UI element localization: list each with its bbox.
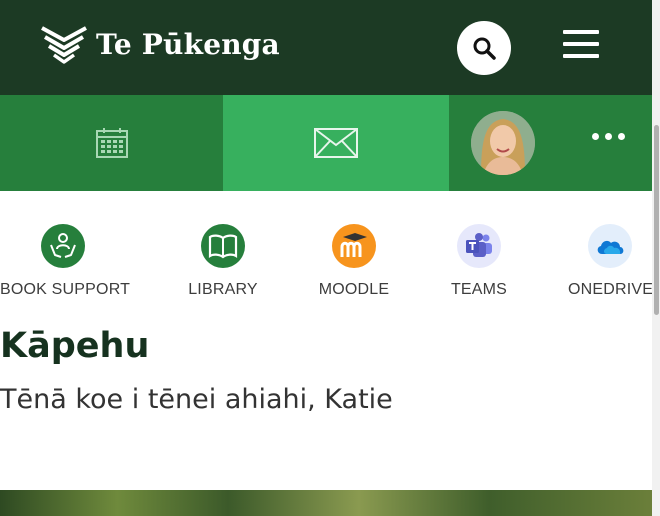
- search-icon: [473, 37, 496, 60]
- quick-link-label: ONEDRIVE: [568, 281, 652, 298]
- quick-link-label: LIBRARY: [188, 281, 258, 298]
- onedrive-icon: [588, 224, 632, 268]
- top-header: Te Pūkenga: [0, 0, 652, 95]
- search-button[interactable]: [457, 21, 511, 75]
- dot: [605, 133, 612, 140]
- teams-icon: [457, 224, 501, 268]
- te-pukenga-logo-icon: [41, 26, 87, 64]
- quick-link-library[interactable]: LIBRARY: [158, 220, 288, 299]
- menu-bar: [563, 54, 599, 58]
- menu-bar: [563, 42, 599, 46]
- profile-photo: [471, 111, 535, 175]
- app-page: Te Pūkenga BOOK SUPPORT LIBRARY MOODLE T…: [0, 0, 652, 516]
- more-options-icon[interactable]: [592, 133, 625, 140]
- mail-icon: [314, 128, 358, 158]
- dot: [592, 133, 599, 140]
- book-icon: [201, 224, 245, 268]
- user-avatar[interactable]: [471, 111, 535, 175]
- nav-mail-tab[interactable]: [223, 95, 449, 191]
- quick-link-label: MOODLE: [318, 281, 390, 298]
- quick-link-moodle[interactable]: MOODLE: [289, 220, 419, 299]
- scrollbar-thumb[interactable]: [654, 125, 659, 315]
- dot: [618, 133, 625, 140]
- support-hands-icon: [41, 224, 85, 268]
- hero-image: [0, 490, 652, 516]
- menu-bar: [563, 30, 599, 34]
- calendar-icon: [95, 128, 128, 158]
- quick-link-onedrive[interactable]: ONEDRIVE: [545, 220, 652, 299]
- quick-link-teams[interactable]: TEAMS: [414, 220, 544, 299]
- page-title: Kāpehu: [0, 326, 150, 366]
- moodle-icon: [332, 224, 376, 268]
- nav-bar: [0, 95, 652, 191]
- greeting-text: Tēnā koe i tēnei ahiahi, Katie: [0, 384, 393, 415]
- quick-link-label: TEAMS: [450, 281, 508, 298]
- quick-link-book-support[interactable]: BOOK SUPPORT: [0, 220, 130, 299]
- quick-links: BOOK SUPPORT LIBRARY MOODLE TEAMS ONEDRI…: [0, 220, 652, 310]
- hamburger-menu-icon[interactable]: [563, 30, 599, 62]
- nav-calendar-tab[interactable]: [0, 95, 223, 191]
- quick-link-label: BOOK SUPPORT: [0, 281, 131, 298]
- brand-logo[interactable]: Te Pūkenga: [40, 24, 280, 64]
- brand-name: Te Pūkenga: [96, 27, 280, 61]
